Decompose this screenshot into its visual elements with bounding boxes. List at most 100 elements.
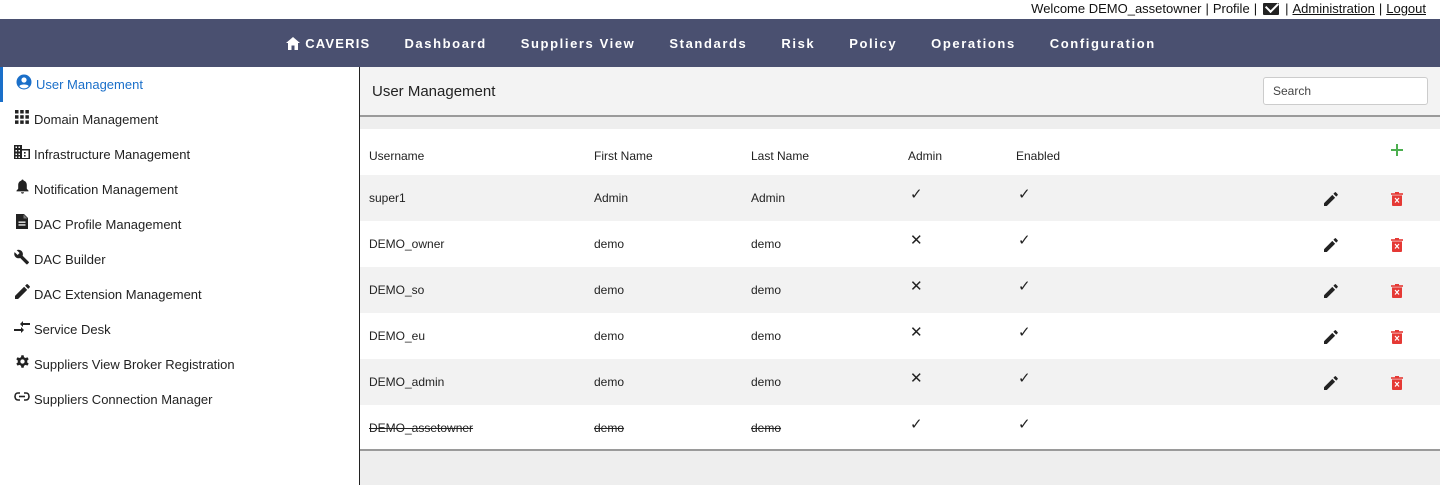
nav-configuration[interactable]: Configuration — [1050, 36, 1156, 51]
sidebar-item-dac-extension-management[interactable]: DAC Extension Management — [0, 277, 359, 312]
cell-username: DEMO_owner — [369, 237, 445, 251]
nav-suppliers-view[interactable]: Suppliers View — [521, 36, 636, 51]
brand-home-link[interactable]: CAVERIS — [286, 36, 370, 51]
cell-last-name: demo — [751, 375, 782, 389]
table-header: Username First Name Last Name Admin Enab… — [360, 129, 1440, 175]
admin-check-icon: ✓ — [910, 416, 923, 433]
cell-username: DEMO_assetowner — [369, 421, 474, 435]
sidebar-item-suppliers-view-broker-registration[interactable]: Suppliers View Broker Registration — [0, 347, 359, 382]
table-row: super1 Admin Admin ✓ ✓ — [360, 175, 1440, 221]
sidebar-item-infrastructure-management[interactable]: Infrastructure Management — [0, 137, 359, 172]
table-row: DEMO_eu demo demo ✕ ✓ — [360, 313, 1440, 359]
delete-icon[interactable] — [1391, 192, 1403, 206]
nav-standards[interactable]: Standards — [669, 36, 747, 51]
sidebar-item-label: Domain Management — [34, 112, 159, 127]
admin-cross-icon: ✕ — [910, 324, 923, 341]
bell-icon — [14, 179, 30, 195]
sidebar-item-suppliers-connection-manager[interactable]: Suppliers Connection Manager — [0, 382, 359, 417]
sidebar-item-label: Infrastructure Management — [34, 147, 191, 162]
cell-username: DEMO_admin — [369, 375, 445, 389]
cell-last-name: Admin — [751, 191, 786, 205]
admin-cross-icon: ✕ — [910, 278, 923, 295]
welcome-text: Welcome DEMO_assetowner — [1031, 1, 1202, 16]
add-user-icon[interactable] — [1390, 143, 1404, 157]
top-user-bar: Welcome DEMO_assetowner | Profile | | Ad… — [0, 0, 1440, 19]
enabled-check-icon: ✓ — [1018, 370, 1031, 387]
search-input[interactable] — [1263, 77, 1428, 105]
sidebar-item-service-desk[interactable]: Service Desk — [0, 312, 359, 347]
cell-username: super1 — [369, 191, 406, 205]
edit-icon[interactable] — [1323, 283, 1339, 299]
cell-username: DEMO_so — [369, 283, 425, 297]
cell-first-name: demo — [594, 237, 625, 251]
separator: | — [1378, 1, 1383, 16]
column-header-username[interactable]: Username — [369, 149, 424, 163]
cell-first-name: demo — [594, 375, 625, 389]
column-header-first-name[interactable]: First Name — [594, 149, 653, 163]
account-circle-icon — [16, 74, 32, 90]
cell-first-name: Admin — [594, 191, 629, 205]
main-navbar: CAVERIS Dashboard Suppliers View Standar… — [0, 19, 1440, 67]
profile-link[interactable]: Profile — [1213, 1, 1250, 16]
grid-icon — [14, 109, 30, 125]
delete-icon[interactable] — [1391, 284, 1403, 298]
column-header-enabled[interactable]: Enabled — [1016, 149, 1060, 163]
sidebar-item-label: Suppliers Connection Manager — [34, 392, 213, 407]
sidebar-item-label: User Management — [36, 77, 143, 92]
pencil-icon — [14, 284, 30, 300]
column-header-admin[interactable]: Admin — [908, 149, 942, 163]
sidebar-item-label: Suppliers View Broker Registration — [34, 357, 235, 372]
sidebar-item-domain-management[interactable]: Domain Management — [0, 102, 359, 137]
sidebar-item-label: DAC Extension Management — [34, 287, 202, 302]
separator: | — [1205, 1, 1209, 16]
cell-last-name: demo — [751, 237, 782, 251]
document-icon — [14, 214, 30, 230]
home-icon — [286, 36, 301, 50]
link-icon — [14, 389, 30, 405]
cell-first-name: demo — [594, 329, 625, 343]
edit-icon[interactable] — [1323, 375, 1339, 391]
content-header: User Management — [360, 67, 1440, 117]
administration-link[interactable]: Administration — [1292, 1, 1374, 16]
delete-icon[interactable] — [1391, 238, 1403, 252]
nav-policy[interactable]: Policy — [849, 36, 897, 51]
sidebar-item-dac-profile-management[interactable]: DAC Profile Management — [0, 207, 359, 242]
cell-last-name: demo — [751, 421, 782, 435]
sidebar-item-dac-builder[interactable]: DAC Builder — [0, 242, 359, 277]
table-row: DEMO_so demo demo ✕ ✓ — [360, 267, 1440, 313]
page-title: User Management — [372, 83, 496, 100]
building-icon — [14, 144, 30, 160]
column-header-last-name[interactable]: Last Name — [751, 149, 809, 163]
brand-name: CAVERIS — [305, 35, 371, 51]
wrench-icon — [14, 249, 30, 265]
table-row: DEMO_admin demo demo ✕ ✓ — [360, 359, 1440, 405]
separator: | — [1285, 1, 1289, 16]
delete-icon[interactable] — [1391, 376, 1403, 390]
admin-check-icon: ✓ — [910, 186, 923, 203]
admin-cross-icon: ✕ — [910, 370, 923, 387]
edit-icon[interactable] — [1323, 329, 1339, 345]
users-table: Username First Name Last Name Admin Enab… — [360, 129, 1440, 451]
nav-operations[interactable]: Operations — [931, 36, 1016, 51]
sidebar-item-label: Notification Management — [34, 182, 178, 197]
mail-icon[interactable] — [1263, 2, 1280, 15]
enabled-check-icon: ✓ — [1018, 232, 1031, 249]
delete-icon[interactable] — [1391, 330, 1403, 344]
enabled-check-icon: ✓ — [1018, 186, 1031, 203]
table-row: DEMO_owner demo demo ✕ ✓ — [360, 221, 1440, 267]
sidebar-item-notification-management[interactable]: Notification Management — [0, 172, 359, 207]
nav-dashboard[interactable]: Dashboard — [404, 36, 486, 51]
enabled-check-icon: ✓ — [1018, 278, 1031, 295]
main-content: User Management Username First Name Last… — [360, 67, 1440, 485]
admin-cross-icon: ✕ — [910, 232, 923, 249]
sidebar-item-label: DAC Builder — [34, 252, 106, 267]
edit-icon[interactable] — [1323, 237, 1339, 253]
edit-icon[interactable] — [1323, 191, 1339, 207]
enabled-check-icon: ✓ — [1018, 416, 1031, 433]
nav-risk[interactable]: Risk — [781, 36, 815, 51]
sidebar-item-user-management[interactable]: User Management — [0, 67, 359, 102]
cell-last-name: demo — [751, 283, 782, 297]
table-row-disabled: DEMO_assetowner demo demo ✓ ✓ — [360, 405, 1440, 451]
enabled-check-icon: ✓ — [1018, 324, 1031, 341]
logout-link[interactable]: Logout — [1386, 1, 1426, 16]
